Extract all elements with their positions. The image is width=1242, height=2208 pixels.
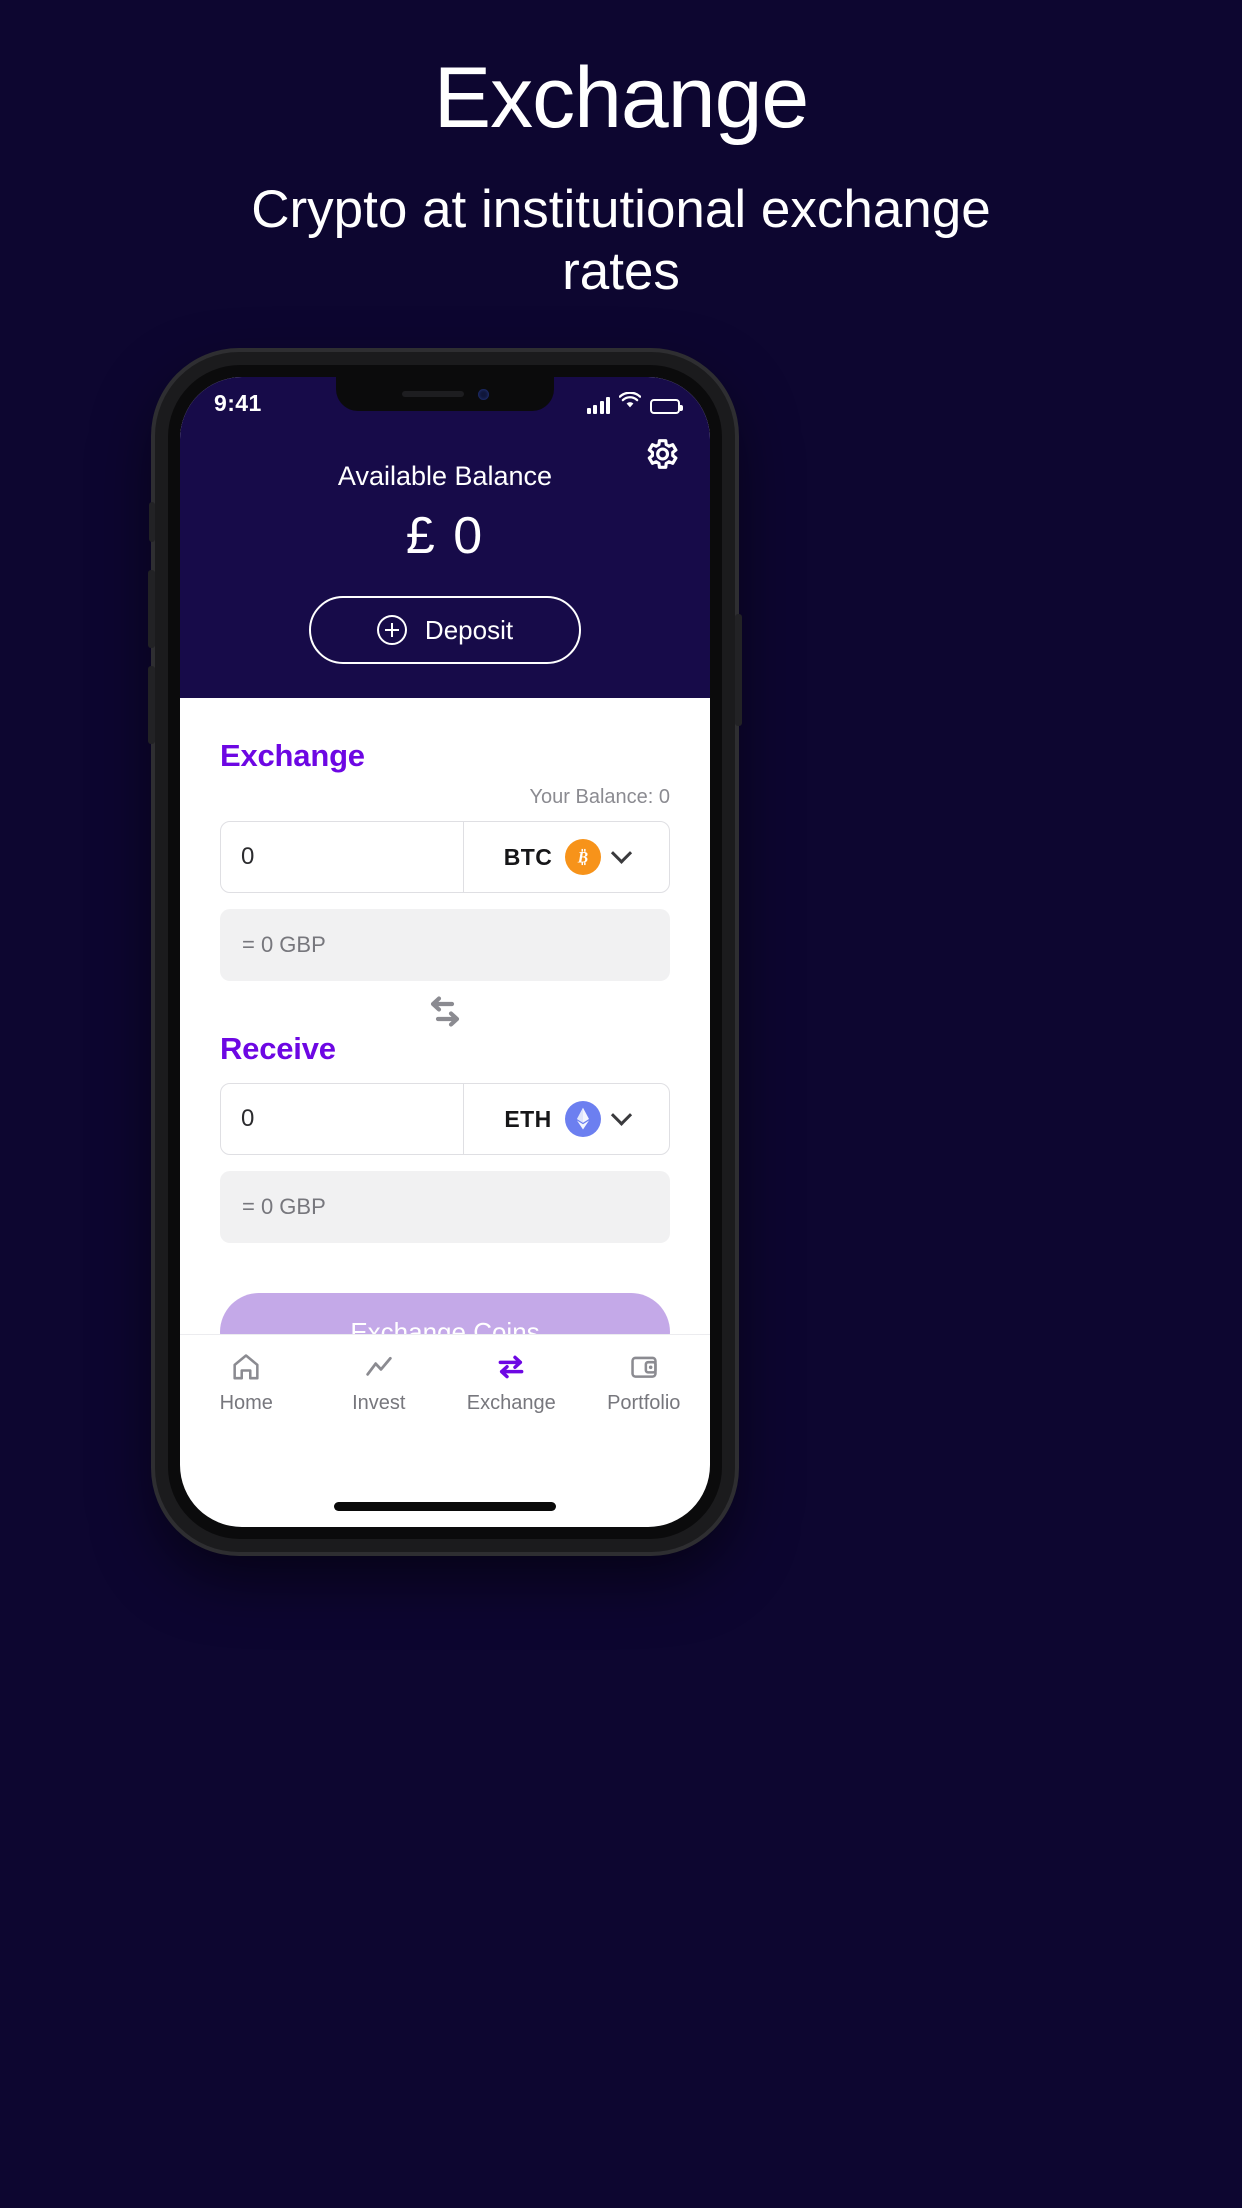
status-time: 9:41 bbox=[214, 389, 262, 416]
wallet-icon bbox=[627, 1351, 661, 1383]
tab-invest[interactable]: Invest bbox=[313, 1351, 446, 1415]
ethereum-icon bbox=[564, 1101, 601, 1137]
your-balance-note: Your Balance: 0 bbox=[529, 786, 670, 808]
tab-portfolio-label: Portfolio bbox=[607, 1392, 681, 1414]
mute-switch[interactable] bbox=[149, 502, 155, 542]
phone-notch bbox=[336, 377, 554, 411]
receive-amount-row: ETH bbox=[220, 1083, 670, 1155]
screenshot-root: Exchange Crypto at institutional exchang… bbox=[0, 0, 1242, 2208]
tab-invest-label: Invest bbox=[352, 1392, 406, 1414]
exchange-amount-row: BTC B bbox=[220, 821, 670, 893]
balance-label: Available Balance bbox=[337, 461, 553, 491]
home-indicator[interactable] bbox=[334, 1502, 556, 1511]
volume-down-button[interactable] bbox=[148, 666, 155, 744]
wifi-icon bbox=[618, 391, 642, 414]
volume-up-button[interactable] bbox=[148, 570, 155, 648]
balance-amount: £ 0 bbox=[405, 507, 485, 565]
chart-line-icon bbox=[362, 1351, 396, 1383]
tab-home[interactable]: Home bbox=[180, 1351, 313, 1415]
plus-circle-icon bbox=[376, 615, 407, 645]
chevron-down-icon bbox=[611, 842, 633, 864]
receive-converted-text: = 0 GBP bbox=[242, 1194, 326, 1219]
receive-coin-selector[interactable]: ETH bbox=[463, 1084, 669, 1154]
promo-title: Exchange bbox=[433, 50, 810, 146]
exchange-form-panel: Exchange Your Balance: 0 BTC B bbox=[180, 698, 710, 1446]
tab-exchange-label: Exchange bbox=[466, 1392, 556, 1414]
swap-arrows-icon[interactable] bbox=[422, 995, 468, 1029]
tab-exchange[interactable]: Exchange bbox=[445, 1351, 578, 1415]
bitcoin-icon: B bbox=[565, 839, 602, 875]
receive-amount-input[interactable] bbox=[221, 1084, 463, 1154]
signal-icon bbox=[586, 397, 610, 414]
exchange-section-title: Exchange bbox=[220, 738, 365, 773]
receive-coin-code: ETH bbox=[504, 1105, 552, 1132]
deposit-button-label: Deposit bbox=[424, 614, 514, 645]
swap-direction-control[interactable] bbox=[220, 995, 670, 1029]
front-camera bbox=[477, 388, 489, 400]
phone-bezel: 9:41 Available Balance £ 0 Deposit Excha… bbox=[168, 365, 722, 1539]
receive-converted-value: = 0 GBP bbox=[220, 1171, 670, 1243]
receive-section-title: Receive bbox=[220, 1031, 336, 1066]
gear-icon[interactable] bbox=[642, 435, 680, 473]
phone-device-frame: 9:41 Available Balance £ 0 Deposit Excha… bbox=[148, 352, 742, 1552]
battery-icon bbox=[650, 399, 683, 414]
exchange-arrows-icon bbox=[494, 1351, 528, 1383]
exchange-coin-selector[interactable]: BTC B bbox=[463, 822, 669, 892]
chevron-down-icon bbox=[610, 1104, 632, 1126]
balance-panel: Available Balance £ 0 Deposit bbox=[180, 429, 710, 698]
exchange-converted-value: = 0 GBP bbox=[220, 909, 670, 981]
exchange-coin-code: BTC bbox=[503, 843, 553, 870]
promo-subtitle: Crypto at institutional exchange rates bbox=[251, 179, 991, 302]
tab-portfolio[interactable]: Portfolio bbox=[578, 1351, 711, 1415]
power-button[interactable] bbox=[735, 614, 742, 726]
tab-home-label: Home bbox=[219, 1392, 273, 1414]
earpiece-speaker bbox=[401, 391, 464, 397]
phone-screen: 9:41 Available Balance £ 0 Deposit Excha… bbox=[180, 377, 710, 1527]
exchange-converted-text: = 0 GBP bbox=[242, 932, 326, 957]
exchange-amount-input[interactable] bbox=[221, 822, 463, 892]
promo-header: Exchange Crypto at institutional exchang… bbox=[0, 52, 1242, 304]
status-icon-group bbox=[586, 391, 683, 414]
deposit-button[interactable]: Deposit bbox=[309, 596, 581, 664]
bottom-navigation: Home Invest Exchange Portfolio bbox=[180, 1334, 710, 1446]
home-icon bbox=[229, 1351, 263, 1383]
